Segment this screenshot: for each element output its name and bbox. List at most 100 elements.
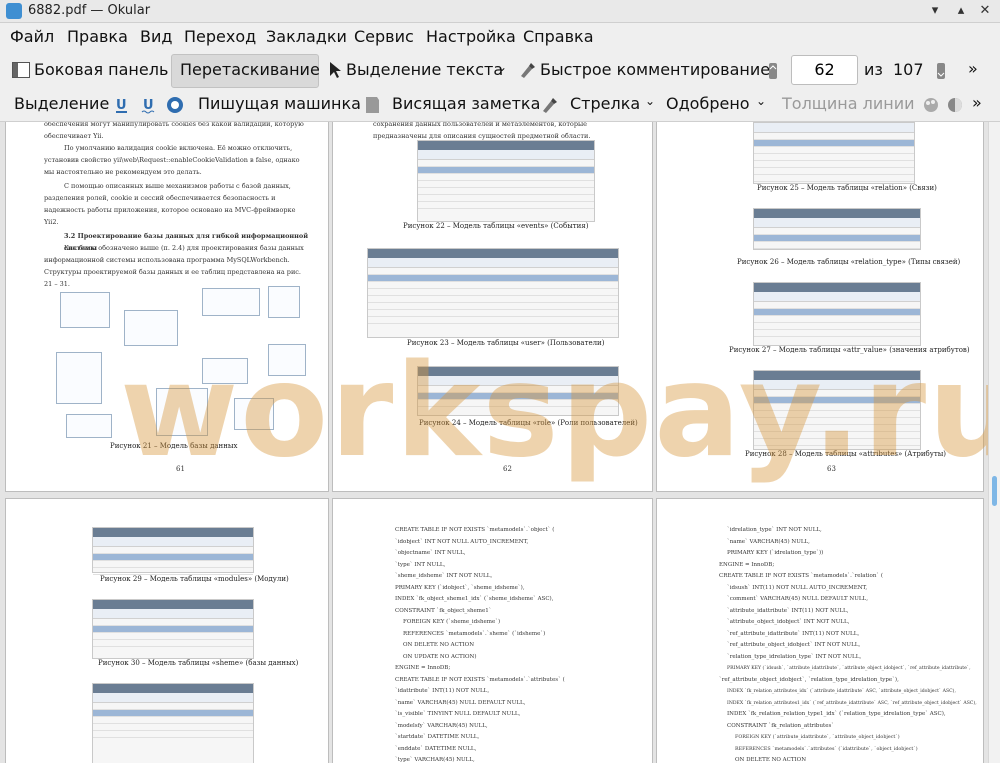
okular-app-icon xyxy=(6,3,22,19)
sql-line: REFERENCES `metamodels`.`attributes` (`i… xyxy=(735,746,918,752)
main-toolbar: Боковая панель Перетаскивание Выделение … xyxy=(0,51,1000,89)
menu-edit[interactable]: Правка xyxy=(67,27,128,46)
sql-line: `is_visible` TINYINT NULL DEFAULT NULL, xyxy=(395,711,521,717)
menu-bar: Файл Правка Вид Переход Закладки Сервис … xyxy=(0,23,1000,51)
page-text: С помощью описанных выше механизмов рабо… xyxy=(44,182,296,226)
sidebar-icon xyxy=(12,62,30,78)
figure-caption: Рисунок 22 – Модель таблицы «events» (Со… xyxy=(403,222,589,230)
page-number: 63 xyxy=(827,465,836,473)
sidebar-button[interactable]: Боковая панель xyxy=(34,60,168,79)
quick-comment-button[interactable]: Быстрое комментирование xyxy=(540,60,770,79)
drag-mode-button[interactable]: Перетаскивание xyxy=(180,60,320,79)
table-model-role xyxy=(417,366,619,416)
table-model-relation xyxy=(753,122,915,184)
db-diagram-table xyxy=(202,288,260,316)
page-66: `idrelation_type` INT NOT NULL, `name` V… xyxy=(657,499,983,763)
note-tool[interactable]: Висящая заметка xyxy=(392,94,540,113)
sql-line: `idobject` INT NOT NULL AUTO_INCREMENT, xyxy=(395,538,529,545)
sql-line: PRIMARY KEY (`idsush`, `attribute_idattr… xyxy=(727,666,971,671)
typewriter-tool[interactable]: Пишущая машинка xyxy=(198,94,361,113)
page-down-icon[interactable] xyxy=(936,62,946,80)
menu-tools[interactable]: Сервис xyxy=(354,27,414,46)
table-model-modules xyxy=(92,527,254,575)
db-diagram-table xyxy=(66,414,112,438)
table-model-relation-type xyxy=(753,208,921,250)
opacity-icon[interactable] xyxy=(946,96,964,114)
menu-go[interactable]: Переход xyxy=(184,27,256,46)
sql-line: ON DELETE NO ACTION xyxy=(735,757,807,763)
sql-line: ENGINE = InnoDB; xyxy=(719,561,775,568)
page-up-icon[interactable] xyxy=(768,62,778,80)
page-number-input[interactable]: 62 xyxy=(791,55,858,85)
sql-line: PRIMARY KEY (`idobject`, `sheme_idsheme`… xyxy=(395,584,525,591)
squiggly-icon[interactable]: U xyxy=(141,96,157,114)
stamp-approved-tool[interactable]: Одобрено xyxy=(666,94,750,113)
line-width-tool: Толщина линии xyxy=(782,94,915,113)
page-text: По умолчанию валидация cookie включена. … xyxy=(44,144,300,176)
sql-line: `ref_attribute_idattribute` INT(11) NOT … xyxy=(727,630,860,637)
figure-caption: Рисунок 26 – Модель таблицы «relation_ty… xyxy=(737,258,961,266)
db-diagram-table xyxy=(56,352,102,404)
figure-caption: Рисунок 27 – Модель таблицы «attr_value»… xyxy=(729,346,970,354)
underline-icon[interactable]: U xyxy=(114,96,130,114)
title-bar: 6882.pdf — Okular ▾ ▴ ✕ xyxy=(0,0,1000,23)
sql-line: ON DELETE NO ACTION xyxy=(403,642,475,648)
sql-line: `sheme_idsheme` INT NOT NULL, xyxy=(395,573,493,579)
sql-line: ENGINE = InnoDB; xyxy=(395,665,451,671)
page-64: Рисунок 29 – Модель таблицы «modules» (М… xyxy=(6,499,328,763)
svg-text:U: U xyxy=(116,98,127,113)
stamp-icon[interactable] xyxy=(166,96,184,114)
menu-settings[interactable]: Настройка xyxy=(426,27,516,46)
page-text: Как было обозначено выше (п. 2.4) для пр… xyxy=(44,244,304,288)
arrow-tool[interactable]: Стрелка xyxy=(570,94,640,113)
minimize-icon[interactable]: ▾ xyxy=(926,2,944,20)
sql-line: `name` VARCHAR(45) NULL DEFAULT NULL, xyxy=(395,699,526,706)
page-65: CREATE TABLE IF NOT EXISTS `metamodels`.… xyxy=(333,499,652,763)
scrollbar-thumb[interactable] xyxy=(992,476,997,506)
sql-line: `type` VARCHAR(45) NULL, xyxy=(395,757,475,763)
db-diagram-table xyxy=(60,292,110,328)
overflow-menu-icon[interactable]: » xyxy=(968,59,978,78)
vertical-scrollbar[interactable] xyxy=(988,122,1000,763)
color-icon[interactable] xyxy=(922,96,940,114)
table-model-sheme xyxy=(92,599,254,659)
menu-bookmarks[interactable]: Закладки xyxy=(266,27,347,46)
table-model-events xyxy=(417,140,595,222)
sql-line: `ref_attribute_object_idobject` INT NOT … xyxy=(727,642,861,648)
highlighter-icon xyxy=(521,63,535,78)
sql-line: `type` INT NULL, xyxy=(395,561,446,568)
sql-line: `enddate` DATETIME NULL, xyxy=(395,745,477,752)
page-number: 61 xyxy=(176,465,185,473)
note-icon xyxy=(366,97,379,113)
menu-help[interactable]: Справка xyxy=(523,27,594,46)
menu-file[interactable]: Файл xyxy=(10,27,54,46)
sql-line: CREATE TABLE IF NOT EXISTS `metamodels`.… xyxy=(719,573,884,579)
sql-line: `startdate` DATETIME NULL, xyxy=(395,734,480,740)
text-select-button[interactable]: Выделение текста xyxy=(346,60,503,79)
chevron-down-icon[interactable]: ⌄ xyxy=(756,94,766,108)
chevron-down-icon[interactable]: ⌄ xyxy=(497,60,507,74)
text-select-icon xyxy=(330,62,341,78)
sql-line: `idsush` INT(11) NOT NULL AUTO_INCREMENT… xyxy=(727,584,868,591)
annotation-toolbar: Выделение U U Пишущая машинка Висящая за… xyxy=(0,89,1000,122)
page-text: обеспечения могут манипулировать cookies… xyxy=(44,122,304,140)
document-viewport[interactable]: обеспечения могут манипулировать cookies… xyxy=(0,122,988,763)
sql-line: FOREIGN KEY (`sheme_idsheme`) xyxy=(403,619,501,625)
table-model-object xyxy=(92,683,254,763)
figure-caption: Рисунок 29 – Модель таблицы «modules» (М… xyxy=(100,575,289,583)
sql-line: INDEX `fk_relation_attributes_idx` (`att… xyxy=(727,689,956,694)
sql-line: INDEX `fk_relation_relation_type1_idx` (… xyxy=(727,711,946,717)
sql-line: INDEX `fk_relation_attributes1_idx` (`re… xyxy=(727,700,977,706)
close-icon[interactable]: ✕ xyxy=(976,2,994,20)
figure-caption: Рисунок 28 – Модель таблицы «attributes»… xyxy=(745,450,947,458)
table-model-attr-value xyxy=(753,282,921,346)
db-diagram-table xyxy=(268,344,306,376)
sql-line: `idattribute` INT(11) NOT NULL, xyxy=(395,688,490,694)
sql-line: CREATE TABLE IF NOT EXISTS `metamodels`.… xyxy=(395,527,555,533)
selection-tool[interactable]: Выделение xyxy=(14,94,109,113)
chevron-down-icon[interactable]: ⌄ xyxy=(645,94,655,108)
menu-view[interactable]: Вид xyxy=(140,27,172,46)
overflow-menu-icon[interactable]: » xyxy=(972,93,982,112)
maximize-icon[interactable]: ▴ xyxy=(952,2,970,20)
sql-line: FOREIGN KEY (`attribute_idattribute`, `a… xyxy=(735,735,900,740)
